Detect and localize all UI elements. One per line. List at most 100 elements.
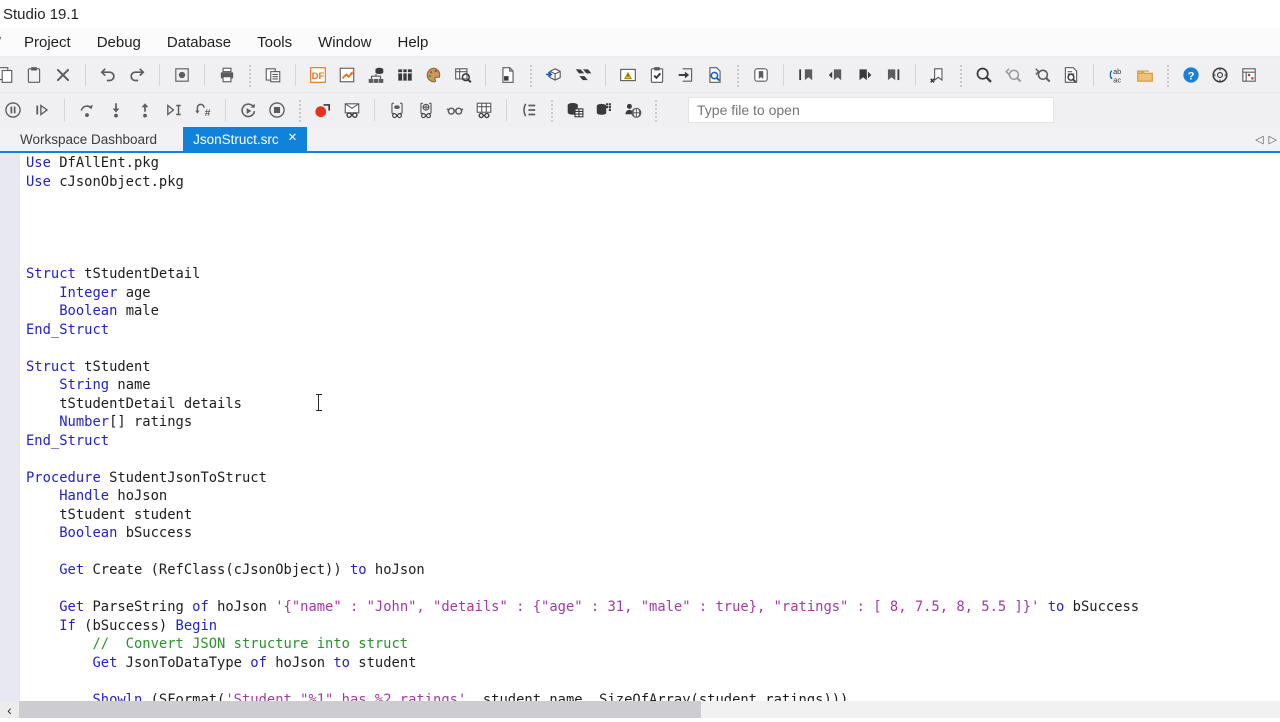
locals-watch-icon[interactable] (384, 97, 410, 123)
toggle-bookmark-icon[interactable] (748, 62, 774, 88)
menu-window[interactable]: Window (306, 31, 383, 54)
toolbar-separator (605, 64, 606, 86)
toolbar-separator (295, 64, 296, 86)
new-file-icon[interactable] (495, 62, 521, 88)
debug-tools: # (0, 97, 663, 123)
last-bookmark-icon[interactable] (880, 62, 906, 88)
database-grid-icon[interactable] (591, 97, 617, 123)
code-line: End_Struct (26, 432, 1139, 451)
menu-debug[interactable]: Debug (85, 31, 153, 54)
find-icon[interactable] (971, 62, 997, 88)
find-previous-icon[interactable] (1000, 62, 1026, 88)
reorder-arrows-icon[interactable] (570, 62, 596, 88)
code-line: Showln (SFormat('Student "%1" has %2 rat… (26, 691, 1139, 702)
first-bookmark-icon[interactable] (793, 62, 819, 88)
menu-item-clipped[interactable]: w (0, 32, 1, 49)
toolbar-separator (64, 99, 65, 121)
code-line (26, 228, 1139, 247)
step-icon[interactable] (29, 97, 55, 123)
workspace-chart-icon[interactable] (334, 62, 360, 88)
toolbar-grip[interactable] (735, 63, 741, 87)
code-line: Handle hoJson (26, 487, 1139, 506)
dataflex-df-icon[interactable]: DF (305, 62, 331, 88)
toolbar-grip[interactable] (549, 98, 555, 122)
about-gauge-icon[interactable] (1207, 62, 1233, 88)
previous-bookmark-icon[interactable] (822, 62, 848, 88)
stop-debugging-icon[interactable] (264, 97, 290, 123)
file-open-search-input[interactable] (688, 97, 1054, 123)
redo-icon[interactable] (124, 62, 150, 88)
preview-warning-icon[interactable] (615, 62, 641, 88)
help-icon[interactable]: ? (1178, 62, 1204, 88)
toolbar-grip[interactable] (297, 98, 303, 122)
breakpoint-list-icon[interactable] (339, 97, 365, 123)
find-next-icon[interactable] (1029, 62, 1055, 88)
pause-icon[interactable] (0, 97, 26, 123)
table-editor-icon[interactable] (392, 62, 418, 88)
tab-scroll-left-icon[interactable]: ◁ (1255, 133, 1263, 146)
properties-panel-icon[interactable] (260, 62, 286, 88)
step-into-icon[interactable] (103, 97, 129, 123)
next-bookmark-icon[interactable] (851, 62, 877, 88)
svg-text:DF: DF (312, 70, 325, 81)
toolbar-grip[interactable] (958, 63, 964, 87)
table-explorer-icon[interactable] (450, 62, 476, 88)
toolbar-grip[interactable] (247, 63, 253, 87)
replace-icon[interactable]: abac (1103, 62, 1129, 88)
code-line: Procedure StudentJsonToStruct (26, 469, 1139, 488)
window-title: Studio 19.1 (3, 6, 79, 23)
watch-icon[interactable] (442, 97, 468, 123)
code-line (26, 191, 1139, 210)
menu-tools[interactable]: Tools (245, 31, 304, 54)
run-to-cursor-icon[interactable] (161, 97, 187, 123)
code-line (26, 672, 1139, 691)
scrollbar-thumb[interactable] (19, 701, 701, 718)
scrollbar-left-arrow-icon[interactable]: ‹ (0, 701, 19, 718)
tab-bar: Workspace Dashboard JsonStruct.src✕ ◁ ▷ (0, 127, 1280, 153)
copy-icon[interactable] (0, 62, 18, 88)
code-area[interactable]: Use DfAllEnt.pkgUse cJsonObject.pkg Stru… (26, 154, 1139, 701)
tab-close-icon[interactable]: ✕ (288, 133, 298, 145)
print-icon[interactable] (214, 62, 240, 88)
code-editor[interactable]: Use DfAllEnt.pkgUse cJsonObject.pkg Stru… (0, 153, 1280, 701)
code-explorer-icon[interactable] (1236, 62, 1262, 88)
code-line (26, 450, 1139, 469)
toolbar-grip[interactable] (1165, 63, 1171, 87)
globals-watch-icon[interactable] (413, 97, 439, 123)
file-open-search (688, 97, 1054, 123)
style-palette-icon[interactable] (421, 62, 447, 88)
paste-icon[interactable] (21, 62, 47, 88)
code-line: Struct tStudentDetail (26, 265, 1139, 284)
watch-table-icon[interactable] (471, 97, 497, 123)
open-workspace-folder-icon[interactable] (1132, 62, 1158, 88)
web-user-icon[interactable] (620, 97, 646, 123)
tab-jsonstruct-src[interactable]: JsonStruct.src✕ (183, 127, 307, 151)
toolbar-grip[interactable] (653, 98, 659, 122)
menu-help[interactable]: Help (386, 31, 441, 54)
checklist-icon[interactable] (644, 62, 670, 88)
menu-project[interactable]: Project (12, 31, 83, 54)
call-stack-icon[interactable] (516, 97, 542, 123)
menu-database[interactable]: Database (155, 31, 243, 54)
tab-scroll-right-icon[interactable]: ▷ (1269, 133, 1277, 146)
data-dictionary-modeler-icon[interactable] (363, 62, 389, 88)
database-table-icon[interactable] (562, 97, 588, 123)
clear-bookmarks-icon[interactable] (925, 62, 951, 88)
step-over-icon[interactable] (74, 97, 100, 123)
continue-icon[interactable] (235, 97, 261, 123)
toggle-breakpoint-icon[interactable] (310, 97, 336, 123)
run-program-icon[interactable] (673, 62, 699, 88)
compile-icon[interactable] (541, 62, 567, 88)
horizontal-scrollbar[interactable]: ‹ (0, 701, 1280, 718)
tab-workspace-dashboard[interactable]: Workspace Dashboard (10, 127, 167, 151)
code-line (26, 210, 1139, 229)
undo-icon[interactable] (95, 62, 121, 88)
record-macro-icon[interactable] (169, 62, 195, 88)
scrollbar-track[interactable] (19, 701, 1280, 718)
find-in-files-icon[interactable] (702, 62, 728, 88)
delete-icon[interactable] (50, 62, 76, 88)
step-out-icon[interactable] (132, 97, 158, 123)
toolbar-grip[interactable] (528, 63, 534, 87)
set-next-statement-icon[interactable]: # (190, 97, 216, 123)
find-in-document-icon[interactable] (1058, 62, 1084, 88)
